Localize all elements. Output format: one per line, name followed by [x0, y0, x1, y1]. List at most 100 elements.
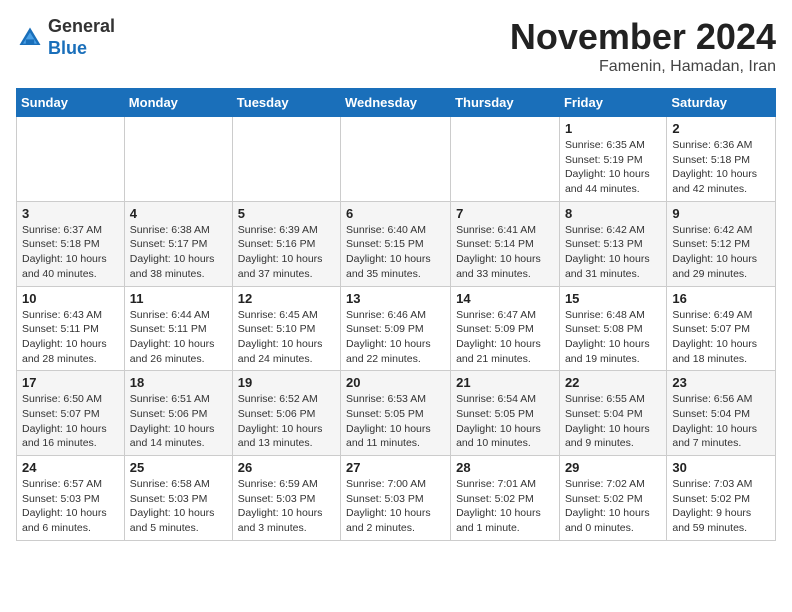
calendar-cell: 1 Sunrise: 6:35 AM Sunset: 5:19 PM Daylig…: [559, 117, 666, 202]
day-info: Sunrise: 6:49 AM Sunset: 5:07 PM Dayligh…: [672, 308, 770, 367]
day-number: 23: [672, 375, 770, 390]
day-info: Sunrise: 6:46 AM Sunset: 5:09 PM Dayligh…: [346, 308, 445, 367]
calendar-cell: 9Sunrise: 6:42 AM Sunset: 5:12 PM Daylig…: [667, 201, 776, 286]
day-info: Sunrise: 6:41 AM Sunset: 5:14 PM Dayligh…: [456, 223, 554, 282]
day-info: Sunrise: 6:57 AM Sunset: 5:03 PM Dayligh…: [22, 477, 119, 536]
logo-icon: [16, 24, 44, 52]
calendar-cell: 13 Sunrise: 6:46 AM Sunset: 5:09 PM Dayli…: [341, 286, 451, 371]
month-title: November 2024: [510, 16, 776, 58]
day-number: 5: [238, 206, 335, 221]
calendar-cell: 28 Sunrise: 7:01 AM Sunset: 5:02 PM Dayli…: [451, 456, 560, 541]
day-number: 3: [22, 206, 119, 221]
day-info: Sunrise: 6:43 AM Sunset: 5:11 PM Dayligh…: [22, 308, 119, 367]
day-number: 26: [238, 460, 335, 475]
day-info: Sunrise: 6:51 AM Sunset: 5:06 PM Dayligh…: [130, 392, 227, 451]
calendar-cell: 8 Sunrise: 6:42 AM Sunset: 5:13 PM Daylig…: [559, 201, 666, 286]
day-number: 30: [672, 460, 770, 475]
logo-text: General Blue: [48, 16, 115, 59]
day-number: 18: [130, 375, 227, 390]
day-number: 4: [130, 206, 227, 221]
day-info: Sunrise: 7:03 AM Sunset: 5:02 PM Dayligh…: [672, 477, 770, 536]
calendar-cell: 23 Sunrise: 6:56 AM Sunset: 5:04 PM Dayli…: [667, 371, 776, 456]
day-number: 24: [22, 460, 119, 475]
calendar-week-row: 17 Sunrise: 6:50 AM Sunset: 5:07 PM Dayli…: [17, 371, 776, 456]
day-info: Sunrise: 6:58 AM Sunset: 5:03 PM Dayligh…: [130, 477, 227, 536]
calendar-cell: 5Sunrise: 6:39 AM Sunset: 5:16 PM Daylig…: [232, 201, 340, 286]
calendar-cell: 6Sunrise: 6:40 AM Sunset: 5:15 PM Daylig…: [341, 201, 451, 286]
day-number: 22: [565, 375, 661, 390]
day-info: Sunrise: 6:55 AM Sunset: 5:04 PM Dayligh…: [565, 392, 661, 451]
calendar-cell: 21Sunrise: 6:54 AM Sunset: 5:05 PM Dayli…: [451, 371, 560, 456]
calendar-week-row: 3 Sunrise: 6:37 AM Sunset: 5:18 PM Daylig…: [17, 201, 776, 286]
day-number: 8: [565, 206, 661, 221]
calendar-cell: [124, 117, 232, 202]
calendar-cell: [451, 117, 560, 202]
day-number: 15: [565, 291, 661, 306]
calendar-cell: 7Sunrise: 6:41 AM Sunset: 5:14 PM Daylig…: [451, 201, 560, 286]
weekday-header-cell: Thursday: [451, 89, 560, 117]
calendar-cell: 10 Sunrise: 6:43 AM Sunset: 5:11 PM Dayli…: [17, 286, 125, 371]
day-number: 21: [456, 375, 554, 390]
day-number: 27: [346, 460, 445, 475]
day-info: Sunrise: 7:00 AM Sunset: 5:03 PM Dayligh…: [346, 477, 445, 536]
calendar-cell: 29Sunrise: 7:02 AM Sunset: 5:02 PM Dayli…: [559, 456, 666, 541]
day-number: 28: [456, 460, 554, 475]
calendar-cell: 18 Sunrise: 6:51 AM Sunset: 5:06 PM Dayli…: [124, 371, 232, 456]
calendar-cell: [232, 117, 340, 202]
weekday-header-cell: Tuesday: [232, 89, 340, 117]
calendar-week-row: 24 Sunrise: 6:57 AM Sunset: 5:03 PM Dayli…: [17, 456, 776, 541]
day-number: 11: [130, 291, 227, 306]
calendar-cell: 14 Sunrise: 6:47 AM Sunset: 5:09 PM Dayli…: [451, 286, 560, 371]
day-number: 20: [346, 375, 445, 390]
calendar-cell: 22 Sunrise: 6:55 AM Sunset: 5:04 PM Dayli…: [559, 371, 666, 456]
calendar-cell: 30 Sunrise: 7:03 AM Sunset: 5:02 PM Dayli…: [667, 456, 776, 541]
weekday-header-cell: Friday: [559, 89, 666, 117]
day-number: 1: [565, 121, 661, 136]
location: Famenin, Hamadan, Iran: [510, 58, 776, 76]
calendar-week-row: 10 Sunrise: 6:43 AM Sunset: 5:11 PM Dayli…: [17, 286, 776, 371]
day-info: Sunrise: 6:56 AM Sunset: 5:04 PM Dayligh…: [672, 392, 770, 451]
day-info: Sunrise: 6:45 AM Sunset: 5:10 PM Dayligh…: [238, 308, 335, 367]
day-info: Sunrise: 6:59 AM Sunset: 5:03 PM Dayligh…: [238, 477, 335, 536]
day-info: Sunrise: 7:01 AM Sunset: 5:02 PM Dayligh…: [456, 477, 554, 536]
day-number: 25: [130, 460, 227, 475]
weekday-header-row: SundayMondayTuesdayWednesdayThursdayFrid…: [17, 89, 776, 117]
day-number: 14: [456, 291, 554, 306]
day-info: Sunrise: 6:48 AM Sunset: 5:08 PM Dayligh…: [565, 308, 661, 367]
day-number: 9: [672, 206, 770, 221]
calendar-cell: 2Sunrise: 6:36 AM Sunset: 5:18 PM Daylig…: [667, 117, 776, 202]
day-info: Sunrise: 6:40 AM Sunset: 5:15 PM Dayligh…: [346, 223, 445, 282]
calendar-cell: 27 Sunrise: 7:00 AM Sunset: 5:03 PM Dayli…: [341, 456, 451, 541]
title-block: November 2024 Famenin, Hamadan, Iran: [510, 16, 776, 76]
day-number: 19: [238, 375, 335, 390]
day-number: 13: [346, 291, 445, 306]
logo: General Blue: [16, 16, 115, 59]
calendar-cell: 11 Sunrise: 6:44 AM Sunset: 5:11 PM Dayli…: [124, 286, 232, 371]
day-info: Sunrise: 6:47 AM Sunset: 5:09 PM Dayligh…: [456, 308, 554, 367]
day-number: 10: [22, 291, 119, 306]
day-info: Sunrise: 6:44 AM Sunset: 5:11 PM Dayligh…: [130, 308, 227, 367]
calendar-cell: [341, 117, 451, 202]
weekday-header-cell: Saturday: [667, 89, 776, 117]
calendar-cell: 19Sunrise: 6:52 AM Sunset: 5:06 PM Dayli…: [232, 371, 340, 456]
calendar-cell: 20 Sunrise: 6:53 AM Sunset: 5:05 PM Dayli…: [341, 371, 451, 456]
calendar-cell: 4 Sunrise: 6:38 AM Sunset: 5:17 PM Daylig…: [124, 201, 232, 286]
day-number: 12: [238, 291, 335, 306]
day-number: 17: [22, 375, 119, 390]
day-info: Sunrise: 6:38 AM Sunset: 5:17 PM Dayligh…: [130, 223, 227, 282]
weekday-header-cell: Monday: [124, 89, 232, 117]
day-number: 2: [672, 121, 770, 136]
page-header: General Blue November 2024 Famenin, Hama…: [16, 16, 776, 76]
day-info: Sunrise: 6:35 AM Sunset: 5:19 PM Dayligh…: [565, 138, 661, 197]
day-number: 16: [672, 291, 770, 306]
day-info: Sunrise: 6:42 AM Sunset: 5:13 PM Dayligh…: [565, 223, 661, 282]
day-info: Sunrise: 6:53 AM Sunset: 5:05 PM Dayligh…: [346, 392, 445, 451]
weekday-header-cell: Sunday: [17, 89, 125, 117]
day-info: Sunrise: 6:50 AM Sunset: 5:07 PM Dayligh…: [22, 392, 119, 451]
day-info: Sunrise: 7:02 AM Sunset: 5:02 PM Dayligh…: [565, 477, 661, 536]
day-info: Sunrise: 6:37 AM Sunset: 5:18 PM Dayligh…: [22, 223, 119, 282]
calendar-cell: 17 Sunrise: 6:50 AM Sunset: 5:07 PM Dayli…: [17, 371, 125, 456]
weekday-header-cell: Wednesday: [341, 89, 451, 117]
calendar-cell: 25 Sunrise: 6:58 AM Sunset: 5:03 PM Dayli…: [124, 456, 232, 541]
calendar-cell: 24 Sunrise: 6:57 AM Sunset: 5:03 PM Dayli…: [17, 456, 125, 541]
